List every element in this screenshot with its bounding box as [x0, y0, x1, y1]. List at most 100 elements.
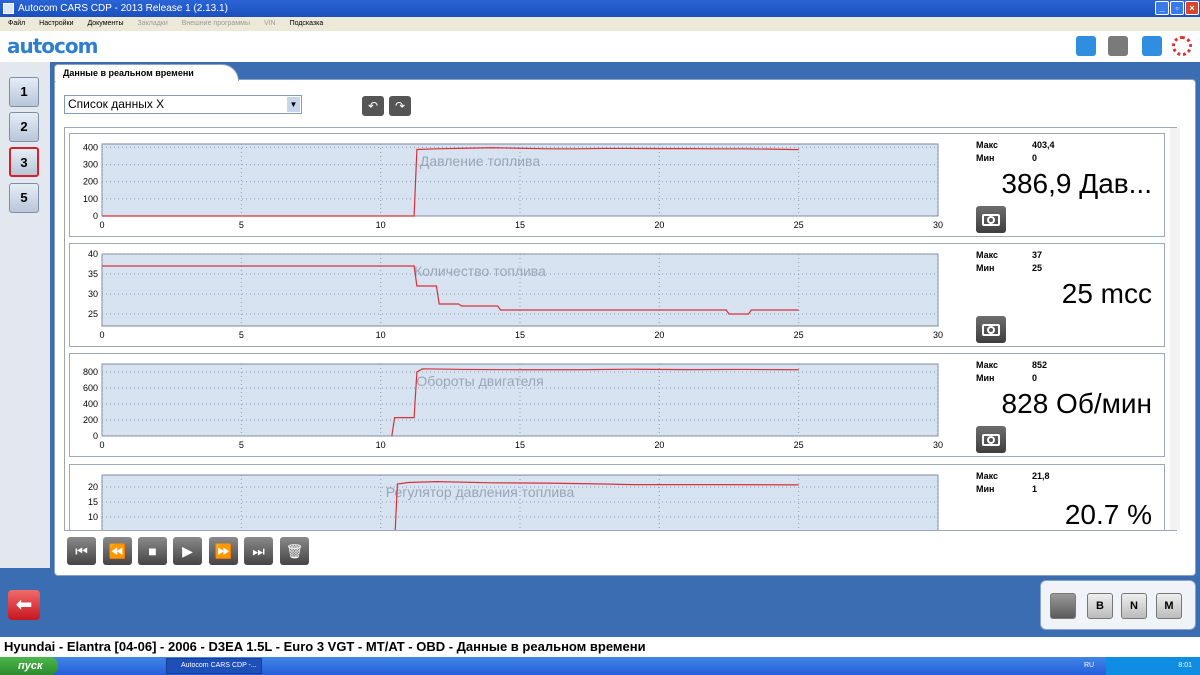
start-button[interactable]: пуск: [0, 657, 58, 675]
charts-scrollbar[interactable]: [1170, 128, 1180, 530]
vehicle-status-bar: Hyundai - Elantra [04-06] - 2006 - D3EA …: [0, 637, 1200, 657]
x-tick-label: 0: [99, 440, 104, 450]
m-button[interactable]: M: [1156, 593, 1182, 619]
taskbar: пуск Autocom CARS CDP -... RU 8:01: [0, 657, 1200, 675]
close-button[interactable]: ×: [1185, 1, 1199, 15]
fast-forward-button[interactable]: ⏩: [209, 537, 238, 565]
charts-area: 0 5 10 15 20 25 30 0 100 200 300 400 Давление топлив…: [64, 127, 1177, 531]
min-value: 1: [1032, 484, 1038, 494]
n-button[interactable]: N: [1121, 593, 1147, 619]
x-tick-label: 30: [933, 220, 943, 230]
min-value: 25: [1032, 263, 1043, 273]
x-tick-label: 20: [654, 440, 664, 450]
skip-to-end-button[interactable]: ⏭: [244, 537, 273, 565]
x-tick-label: 10: [376, 220, 386, 230]
max-label: Макс: [976, 471, 999, 481]
nav-item-2[interactable]: 2: [9, 112, 39, 142]
max-value: 852: [1032, 360, 1048, 370]
power-icon[interactable]: [1172, 36, 1192, 56]
x-tick-label: 10: [376, 440, 386, 450]
x-tick-label: 25: [794, 220, 804, 230]
window-title: Autocom CARS CDP - 2013 Release 1 (2.13.…: [18, 3, 228, 14]
current-value: 828 Об/мин: [1001, 388, 1152, 419]
menu-documents[interactable]: Документы: [87, 20, 123, 27]
undo-icon[interactable]: ↶: [362, 96, 384, 116]
chart-title: Регулятор давления топлива: [386, 484, 575, 500]
chevron-down-icon[interactable]: ▼: [287, 97, 300, 112]
x-tick-label: 15: [515, 440, 525, 450]
menu-file[interactable]: Файл: [8, 20, 25, 27]
min-value: 0: [1032, 373, 1038, 383]
y-tick-label: 400: [83, 399, 98, 409]
taskbar-item-autocom[interactable]: Autocom CARS CDP -...: [166, 658, 262, 674]
nav-item-5[interactable]: 5: [9, 183, 39, 213]
back-button[interactable]: ⬅: [8, 590, 40, 620]
help-icon[interactable]: [1142, 36, 1162, 56]
x-tick-label: 30: [933, 330, 943, 340]
y-tick-label: 200: [83, 415, 98, 425]
min-label: Мин: [976, 484, 995, 494]
clear-trash-button[interactable]: 🗑: [280, 537, 309, 565]
menu-hint[interactable]: Подсказка: [290, 20, 324, 27]
y-tick-label: 100: [83, 194, 98, 204]
chart-panel-engine-rpm: 0 5 10 15 20 25 30 0 200 400 600 800 Обороты двигате…: [69, 353, 1165, 457]
chart-title: Количество топлива: [414, 263, 546, 279]
y-tick-label: 200: [83, 177, 98, 187]
max-value: 37: [1032, 250, 1043, 260]
x-tick-label: 30: [933, 440, 943, 450]
x-tick-label: 15: [515, 220, 525, 230]
rewind-button[interactable]: ⏪: [103, 537, 132, 565]
x-tick-label: 20: [654, 330, 664, 340]
min-label: Мин: [976, 373, 995, 383]
x-tick-label: 10: [376, 330, 386, 340]
chart-fuel-pressure-regulator: 051015202530101520Регулятор давления топ…: [88, 474, 939, 530]
y-tick-label: 30: [88, 289, 98, 299]
camera-icon[interactable]: [976, 426, 1006, 453]
x-tick-label: 0: [99, 220, 104, 230]
chart-panel-fuel-pressure: 0 5 10 15 20 25 30 0 100 200 300 400 Давление топлив…: [69, 133, 1165, 237]
chart-panel-fuel-quantity: 0 5 10 15 20 25 30 25 30 35 40 Количество топлива М…: [69, 243, 1165, 347]
y-tick-label: 25: [88, 309, 98, 319]
print-icon[interactable]: [1050, 593, 1076, 619]
logo-bar: autocom: [0, 31, 1200, 62]
camera-icon[interactable]: [976, 206, 1006, 233]
title-bar: Autocom CARS CDP - 2013 Release 1 (2.13.…: [0, 0, 1200, 17]
minimize-button[interactable]: _: [1155, 1, 1169, 15]
info-icon[interactable]: [1076, 36, 1096, 56]
maximize-button[interactable]: ▫: [1170, 1, 1184, 15]
b-button[interactable]: B: [1087, 593, 1113, 619]
clock: 8:01: [1178, 662, 1192, 669]
stop-button[interactable]: ■: [138, 537, 167, 565]
y-tick-label: 400: [83, 142, 98, 152]
current-value: 386,9 Дав...: [1001, 168, 1152, 199]
language-indicator[interactable]: RU: [1084, 657, 1094, 675]
x-tick-label: 5: [239, 440, 244, 450]
y-tick-label: 35: [88, 269, 98, 279]
menu-external-programs[interactable]: Внешние программы: [182, 20, 250, 27]
skip-to-start-button[interactable]: ⏮: [67, 537, 96, 565]
system-tray: 8:01: [1106, 657, 1200, 675]
data-list-select[interactable]: Список данных X ▼: [64, 95, 302, 114]
min-label: Мин: [976, 153, 995, 163]
nav-item-3[interactable]: 3: [9, 147, 39, 177]
min-label: Мин: [976, 263, 995, 273]
max-value: 21,8: [1032, 471, 1050, 481]
x-tick-label: 5: [239, 330, 244, 340]
current-value: 20.7 %: [1064, 499, 1152, 530]
current-value: 25 mcc: [1061, 278, 1152, 309]
max-label: Макс: [976, 140, 999, 150]
y-tick-label: 0: [93, 211, 98, 221]
tab-realtime-data[interactable]: Данные в реальном времени: [54, 64, 239, 81]
data-list-select-value: Список данных X: [68, 97, 165, 111]
y-tick-label: 20: [88, 482, 98, 492]
redo-icon[interactable]: ↷: [389, 96, 411, 116]
menu-settings[interactable]: Настройки: [39, 20, 73, 27]
y-tick-label: 800: [83, 367, 98, 377]
nav-item-1[interactable]: 1: [9, 77, 39, 107]
menu-bookmarks[interactable]: Закладки: [138, 20, 168, 27]
x-tick-label: 0: [99, 330, 104, 340]
play-button[interactable]: ▶: [173, 537, 202, 565]
camera-icon[interactable]: [976, 316, 1006, 343]
menu-vin[interactable]: VIN: [264, 20, 276, 27]
obd-icon[interactable]: [1108, 36, 1128, 56]
